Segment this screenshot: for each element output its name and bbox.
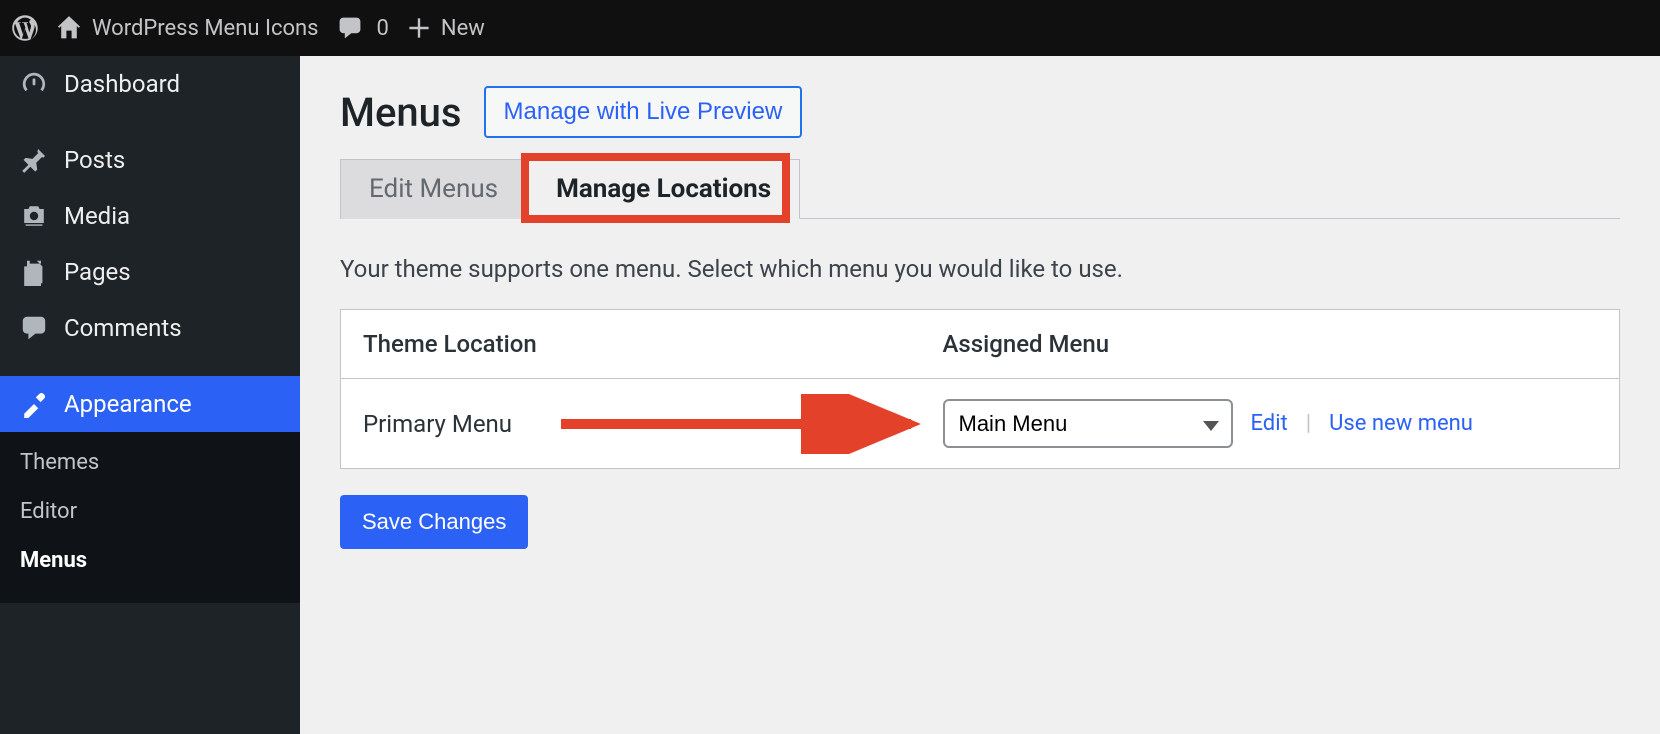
sidebar-item-dashboard[interactable]: Dashboard [0,56,300,112]
sidebar-item-pages[interactable]: Pages [0,244,300,300]
sidebar-item-media[interactable]: Media [0,188,300,244]
table-row: Primary Menu Main Menu Edit | Use new me… [341,379,1620,469]
site-link[interactable]: WordPress Menu Icons [56,15,319,41]
admin-sidebar: Dashboard Posts Media Pages Comments App… [0,56,300,734]
page-title: Menus [340,89,462,136]
location-name: Primary Menu [341,379,921,469]
home-icon [56,15,82,41]
locations-table: Theme Location Assigned Menu Primary Men… [340,309,1620,469]
col-theme-location: Theme Location [341,310,921,379]
sidebar-label: Media [64,202,130,230]
admin-bar: WordPress Menu Icons 0 New [0,0,1660,56]
table-header-row: Theme Location Assigned Menu [341,310,1620,379]
comments-link[interactable]: 0 [337,15,389,41]
pages-icon [20,258,48,286]
sidebar-label: Dashboard [64,70,180,98]
comments-count: 0 [377,16,389,41]
tab-manage-locations[interactable]: Manage Locations [527,159,800,219]
live-preview-button[interactable]: Manage with Live Preview [484,86,803,138]
dashboard-icon [20,70,48,98]
sidebar-label: Comments [64,314,182,342]
edit-menu-link[interactable]: Edit [1251,411,1288,436]
plus-icon [407,16,431,40]
separator: | [1306,411,1311,436]
sidebar-label: Pages [64,258,131,286]
appearance-submenu: Themes Editor Menus [0,432,300,603]
assigned-menu-select[interactable]: Main Menu [943,399,1233,448]
nav-tabs: Edit Menus Manage Locations [340,158,1620,219]
new-label: New [441,16,485,41]
wordpress-logo-icon [12,15,38,41]
sidebar-item-appearance[interactable]: Appearance [0,376,300,432]
submenu-editor[interactable]: Editor [0,487,300,536]
pin-icon [20,146,48,174]
comments-icon [20,314,48,342]
media-icon [20,202,48,230]
main-content: Menus Manage with Live Preview Edit Menu… [300,56,1660,734]
use-new-menu-link[interactable]: Use new menu [1329,411,1473,436]
new-link[interactable]: New [407,16,485,41]
sidebar-item-comments[interactable]: Comments [0,300,300,356]
site-title: WordPress Menu Icons [92,16,319,41]
sidebar-label: Posts [64,146,125,174]
appearance-icon [20,390,48,418]
tab-edit-menus[interactable]: Edit Menus [340,159,527,219]
sidebar-label: Appearance [64,390,192,418]
wp-logo[interactable] [12,15,38,41]
col-assigned-menu: Assigned Menu [921,310,1620,379]
submenu-menus[interactable]: Menus [0,536,300,585]
submenu-themes[interactable]: Themes [0,438,300,487]
save-changes-button[interactable]: Save Changes [340,495,528,549]
sidebar-item-posts[interactable]: Posts [0,132,300,188]
comment-icon [337,15,363,41]
helper-text: Your theme supports one menu. Select whi… [340,255,1620,283]
